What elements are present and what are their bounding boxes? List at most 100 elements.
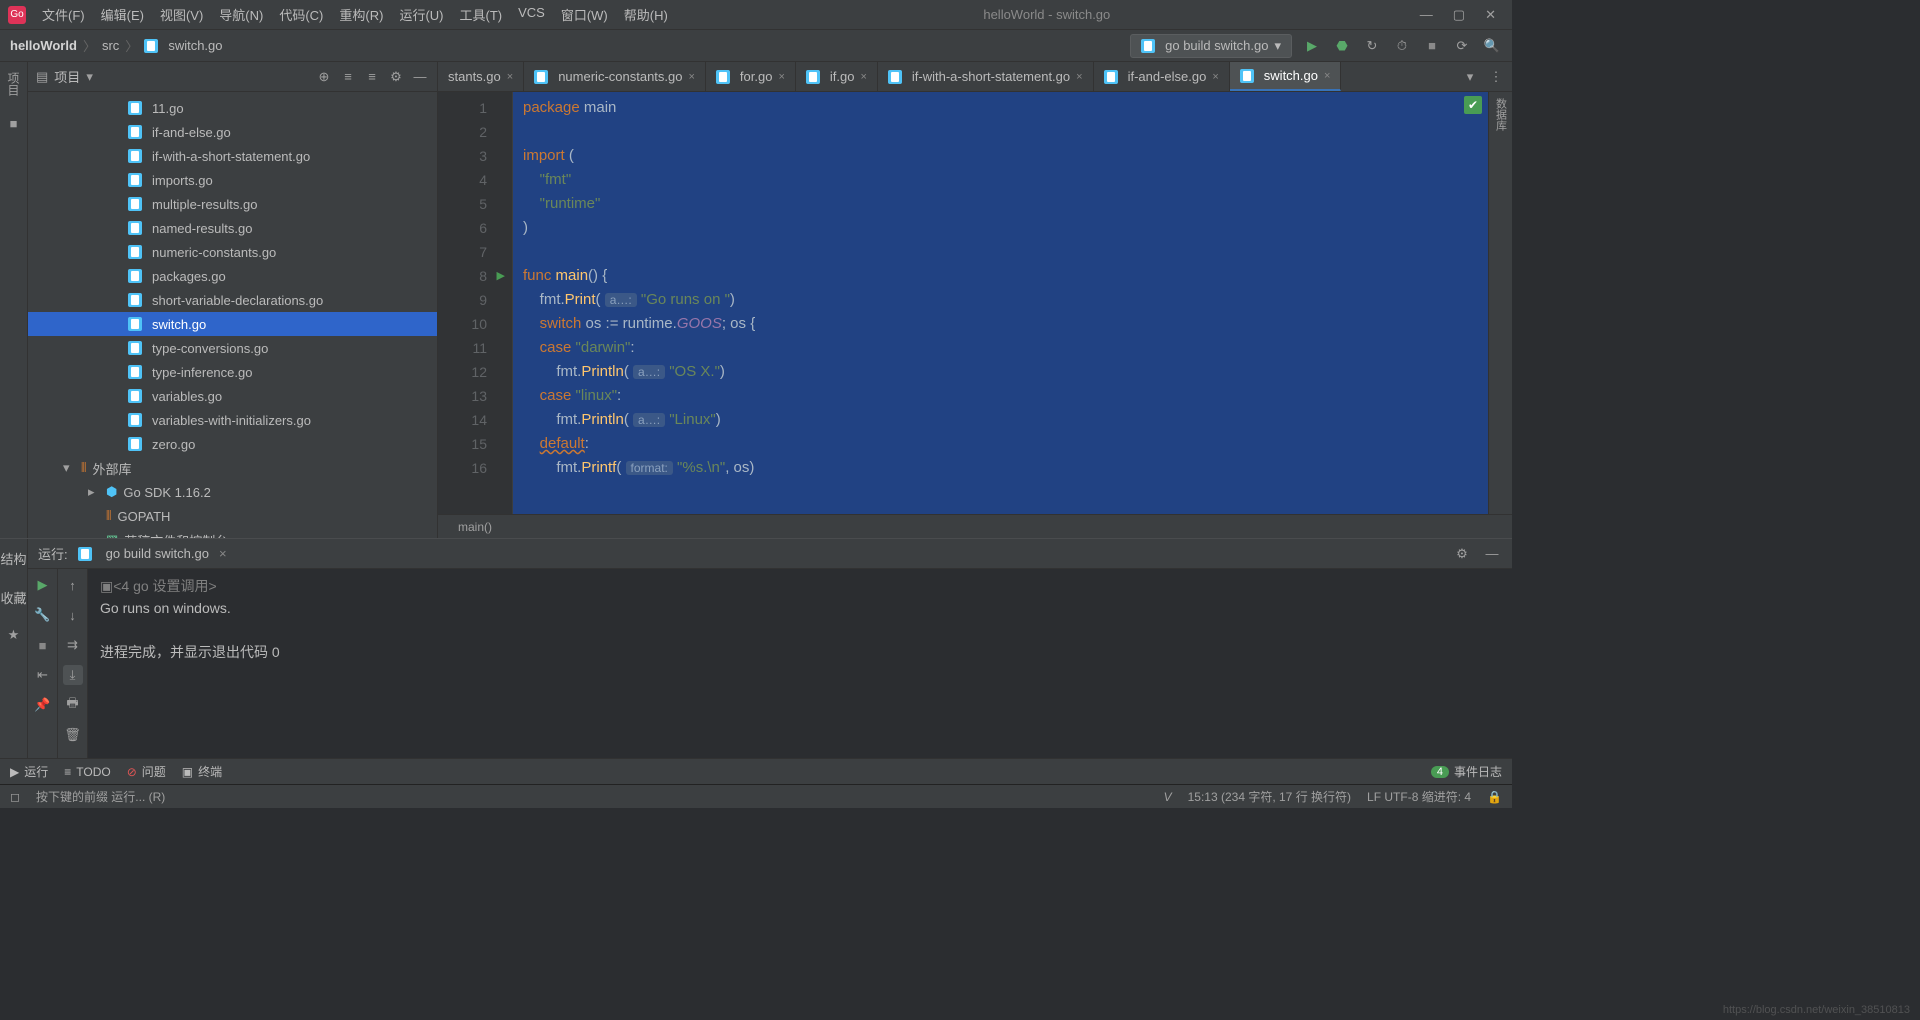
code-line-14[interactable]: fmt.Println( a…: "Linux") (523, 408, 1478, 432)
code-line-4[interactable]: "fmt" (523, 168, 1478, 192)
settings-icon[interactable]: ⚙ (387, 68, 405, 86)
locate-icon[interactable]: ⊕ (315, 68, 333, 86)
run-button[interactable]: ▶ (1302, 36, 1322, 56)
project-file-variables-with-initializers-go[interactable]: variables-with-initializers.go (28, 408, 437, 432)
inspection-ok-icon[interactable]: ✔ (1464, 96, 1482, 114)
up-icon[interactable]: ↑ (63, 575, 83, 595)
close-tab-icon[interactable]: × (778, 71, 784, 83)
editor-tab-switch-go[interactable]: switch.go× (1230, 62, 1342, 91)
menu-code[interactable]: 代码(C) (273, 3, 329, 26)
coverage-button[interactable]: ↻ (1362, 36, 1382, 56)
close-tab-icon[interactable]: × (688, 71, 694, 83)
project-file-type-conversions-go[interactable]: type-conversions.go (28, 336, 437, 360)
exit-icon[interactable]: ⇤ (33, 665, 53, 685)
code-line-11[interactable]: case "darwin": (523, 336, 1478, 360)
tabs-list-icon[interactable]: ⋮ (1486, 67, 1506, 87)
hide-run-panel-icon[interactable]: — (1482, 544, 1502, 564)
run-settings-icon[interactable]: ⚙ (1452, 544, 1472, 564)
run-config-selector[interactable]: go build switch.go ▾ (1130, 34, 1292, 58)
breadcrumb-dir[interactable]: src (102, 38, 119, 53)
editor-tab-stants-go[interactable]: stants.go× (438, 62, 524, 91)
close-tab-icon[interactable]: × (1076, 71, 1082, 83)
project-file-type-inference-go[interactable]: type-inference.go (28, 360, 437, 384)
close-tab-icon[interactable]: × (507, 71, 513, 83)
project-file-switch-go[interactable]: switch.go (28, 312, 437, 336)
clear-icon[interactable]: 🗑 (63, 725, 83, 745)
go-sdk-node[interactable]: ▸⬢ Go SDK 1.16.2 (28, 480, 437, 504)
tool-window-toggle-icon[interactable]: ◻ (10, 790, 20, 804)
editor-tab-if-with-a-short-statement-go[interactable]: if-with-a-short-statement.go× (878, 62, 1094, 91)
maximize-icon[interactable]: ▢ (1453, 7, 1465, 23)
code-area[interactable]: ✔ package mainimport ( "fmt" "runtime")f… (513, 92, 1488, 514)
run-tool-button[interactable]: ▶ 运行 (10, 763, 48, 780)
print-icon[interactable]: 🖶 (63, 695, 83, 715)
editor-breadcrumb-text[interactable]: main() (458, 520, 492, 534)
rerun-button[interactable]: ▶ (33, 575, 53, 595)
menu-file[interactable]: 文件(F) (36, 3, 91, 26)
breadcrumb-project[interactable]: helloWorld (10, 38, 77, 53)
hide-panel-icon[interactable]: — (411, 68, 429, 86)
scratch-node[interactable]: ▧ 草稿文件和控制台 (28, 528, 437, 538)
chevron-down-icon[interactable]: ▾ (86, 69, 93, 85)
lock-icon[interactable]: 🔒 (1487, 790, 1502, 804)
commit-icon[interactable]: ■ (10, 116, 18, 131)
status-position[interactable]: 15:13 (234 字符, 17 行 换行符) (1188, 788, 1351, 805)
todo-tool-button[interactable]: ≡ TODO (64, 765, 110, 779)
wrench-icon[interactable]: 🔧 (33, 605, 53, 625)
code-line-7[interactable] (523, 240, 1478, 264)
code-line-5[interactable]: "runtime" (523, 192, 1478, 216)
search-everywhere-button[interactable]: 🔍 (1482, 36, 1502, 56)
console-output[interactable]: ▣<4 go 设置调用> Go runs on windows. 进程完成，并显… (88, 569, 1512, 758)
star-icon[interactable]: ★ (8, 627, 20, 643)
project-tree[interactable]: 11.goif-and-else.goif-with-a-short-state… (28, 92, 437, 538)
run-gutter-icon[interactable]: ▶ (497, 264, 505, 288)
update-button[interactable]: ⟳ (1452, 36, 1472, 56)
menu-help[interactable]: 帮助(H) (618, 3, 674, 26)
close-tab-icon[interactable]: × (1212, 71, 1218, 83)
code-line-8[interactable]: func main() { (523, 264, 1478, 288)
project-file-numeric-constants-go[interactable]: numeric-constants.go (28, 240, 437, 264)
project-file-if-with-a-short-statement-go[interactable]: if-with-a-short-statement.go (28, 144, 437, 168)
stop-icon[interactable]: ■ (33, 635, 53, 655)
editor-tab-if-and-else-go[interactable]: if-and-else.go× (1094, 62, 1230, 91)
external-lib-node[interactable]: ▾⫴ 外部库 (28, 456, 437, 480)
run-panel-config[interactable]: go build switch.go (106, 546, 209, 561)
event-log-button[interactable]: 4 事件日志 (1431, 763, 1502, 780)
minimize-icon[interactable]: — (1420, 7, 1433, 23)
menu-run[interactable]: 运行(U) (393, 3, 449, 26)
editor-tab-for-go[interactable]: for.go× (706, 62, 796, 91)
code-line-3[interactable]: import ( (523, 144, 1478, 168)
debug-button[interactable]: ⬣ (1332, 36, 1352, 56)
project-file-named-results-go[interactable]: named-results.go (28, 216, 437, 240)
code-line-12[interactable]: fmt.Println( a…: "OS X.") (523, 360, 1478, 384)
database-tool-button[interactable]: 数据库 (1493, 98, 1509, 131)
code-line-13[interactable]: case "linux": (523, 384, 1478, 408)
project-file-if-and-else-go[interactable]: if-and-else.go (28, 120, 437, 144)
status-encoding[interactable]: LF UTF-8 缩进符: 4 (1367, 788, 1471, 805)
menu-view[interactable]: 视图(V) (154, 3, 209, 26)
close-icon[interactable]: ✕ (1485, 7, 1496, 23)
close-tab-icon[interactable]: × (860, 71, 866, 83)
project-file-short-variable-declarations-go[interactable]: short-variable-declarations.go (28, 288, 437, 312)
menu-edit[interactable]: 编辑(E) (95, 3, 150, 26)
favorites-tool-button[interactable]: 收藏 (0, 588, 26, 607)
close-tab-icon[interactable]: × (219, 546, 227, 561)
project-file-variables-go[interactable]: variables.go (28, 384, 437, 408)
menu-navigate[interactable]: 导航(N) (213, 3, 269, 26)
menu-refactor[interactable]: 重构(R) (333, 3, 389, 26)
menu-tools[interactable]: 工具(T) (453, 3, 508, 26)
expand-all-icon[interactable]: ≡ (339, 68, 357, 86)
close-tab-icon[interactable]: × (1324, 70, 1330, 82)
down-icon[interactable]: ↓ (63, 605, 83, 625)
project-file-zero-go[interactable]: zero.go (28, 432, 437, 456)
scroll-to-end-icon[interactable]: ⤓ (63, 665, 83, 685)
project-file-multiple-results-go[interactable]: multiple-results.go (28, 192, 437, 216)
structure-tool-button[interactable]: 结构 (0, 549, 26, 568)
menu-vcs[interactable]: VCS (512, 3, 551, 26)
stop-button[interactable]: ■ (1422, 36, 1442, 56)
code-line-10[interactable]: switch os := runtime.GOOS; os { (523, 312, 1478, 336)
menu-window[interactable]: 窗口(W) (555, 3, 614, 26)
profile-button[interactable]: ⏱ (1392, 36, 1412, 56)
code-line-1[interactable]: package main (523, 96, 1478, 120)
project-tool-button[interactable]: 项目 (5, 72, 22, 96)
